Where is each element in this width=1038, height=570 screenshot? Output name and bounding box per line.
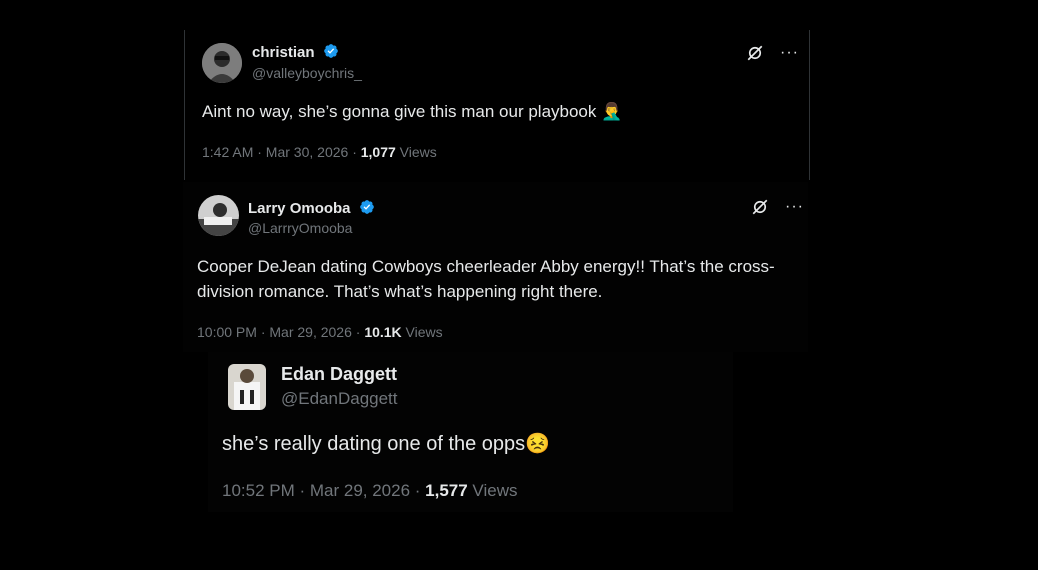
display-name[interactable]: christian: [252, 43, 339, 61]
avatar[interactable]: [228, 364, 266, 410]
username[interactable]: @LarrryOmooba: [248, 220, 352, 236]
tweet-text: she’s really dating one of the opps😣: [222, 433, 551, 455]
timestamp[interactable]: 10:00 PM · Mar 29, 2026 ·: [197, 324, 364, 340]
avatar[interactable]: [202, 43, 242, 83]
timestamp[interactable]: 1:42 AM · Mar 30, 2026 ·: [202, 144, 361, 160]
tweet-meta: 10:00 PM · Mar 29, 2026 · 10.1K Views: [197, 324, 443, 340]
tweet-text: Aint no way, she’s gonna give this man o…: [202, 102, 623, 121]
views-count: 10.1K: [364, 324, 402, 340]
views-label: Views: [401, 324, 443, 340]
tweet-text: Cooper DeJean dating Cowboys cheerleader…: [197, 257, 775, 301]
verified-badge-icon: [323, 44, 338, 58]
views-label: Views: [395, 144, 437, 160]
tweet-meta: 1:42 AM · Mar 30, 2026 · 1,077 Views: [202, 144, 437, 160]
avatar[interactable]: [198, 195, 239, 236]
more-options-icon[interactable]: ···: [785, 199, 804, 215]
tweet-actions: ···: [746, 44, 799, 62]
tweet-actions: ···: [751, 198, 804, 216]
timestamp[interactable]: 10:52 PM · Mar 29, 2026 ·: [222, 481, 425, 500]
views-count: 1,577: [425, 481, 468, 500]
display-name[interactable]: Edan Daggett: [281, 364, 397, 385]
more-options-icon[interactable]: ···: [780, 45, 799, 61]
username[interactable]: @valleyboychris_: [252, 65, 362, 81]
verified-badge-icon: [359, 200, 374, 214]
views-label: Views: [467, 481, 518, 500]
tweet-meta: 10:52 PM · Mar 29, 2026 · 1,577 Views: [222, 481, 517, 501]
tweet-card[interactable]: Edan Daggett @EdanDaggett she’s really d…: [208, 352, 733, 512]
views-count: 1,077: [360, 144, 396, 160]
grok-icon[interactable]: [751, 198, 769, 216]
tweet-card[interactable]: christian @valleyboychris_ ··· Aint no w…: [184, 30, 810, 180]
display-name[interactable]: Larry Omooba: [248, 199, 375, 217]
grok-icon[interactable]: [746, 44, 764, 62]
username[interactable]: @EdanDaggett: [281, 389, 398, 409]
tweet-card[interactable]: Larry Omooba @LarrryOmooba ··· Cooper De…: [183, 182, 808, 352]
